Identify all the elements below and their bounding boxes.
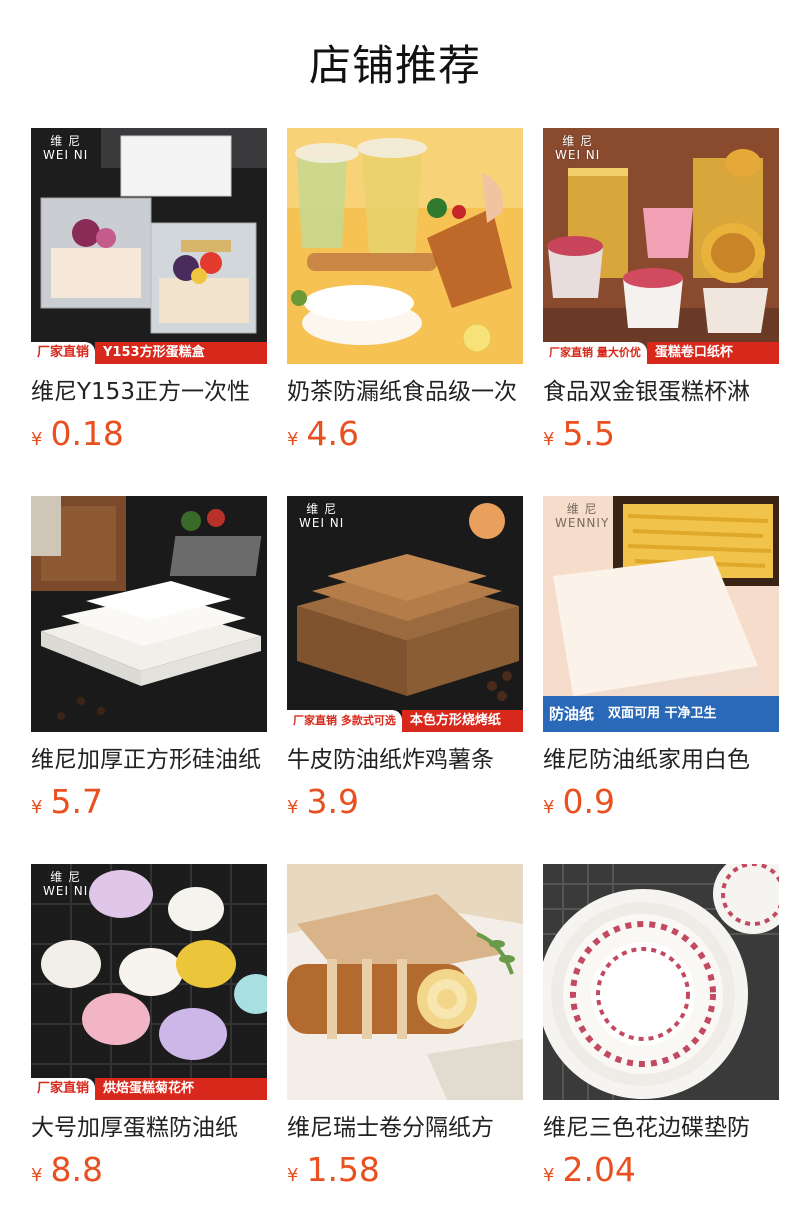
product-price: ¥ 4.6 bbox=[287, 414, 523, 454]
product-price: ¥ 5.5 bbox=[543, 414, 779, 454]
brand-cn: 维 尼 bbox=[566, 502, 598, 516]
currency-symbol: ¥ bbox=[31, 1165, 43, 1186]
product-card[interactable]: 维 尼 WEI NI 厂家直销 多款式可选 本色方形烧烤纸 牛皮防油纸炸鸡薯条 … bbox=[287, 496, 523, 864]
brand-logo: 维 尼 WEI NI bbox=[43, 134, 88, 162]
promo-banner-left: 厂家直销 bbox=[31, 342, 96, 364]
promo-banner: 厂家直销 多款式可选 本色方形烧烤纸 bbox=[287, 710, 523, 732]
price-value: 4.6 bbox=[306, 414, 359, 453]
product-name[interactable]: 食品双金银蛋糕杯淋 bbox=[543, 376, 779, 408]
brand-cn: 维 尼 bbox=[562, 134, 594, 148]
promo-banner-right: Y153方形蛋糕盒 bbox=[95, 342, 267, 364]
product-name[interactable]: 维尼三色花边碟垫防 bbox=[543, 1112, 779, 1144]
product-card[interactable]: 维 尼 WEI NI 厂家直销 量大价优 蛋糕卷口纸杯 食品双金银蛋糕杯淋 ¥ … bbox=[543, 128, 779, 496]
product-price: ¥ 2.04 bbox=[543, 1150, 779, 1190]
currency-symbol: ¥ bbox=[287, 429, 299, 450]
brand-en: WEI NI bbox=[555, 148, 601, 162]
product-image-lace-doily[interactable] bbox=[543, 864, 779, 1100]
promo-banner-left: 厂家直销 bbox=[31, 1078, 96, 1100]
product-price: ¥ 3.9 bbox=[287, 782, 523, 822]
white-paper-illustration bbox=[31, 496, 267, 732]
product-name[interactable]: 维尼防油纸家用白色 bbox=[543, 744, 779, 776]
product-price: ¥ 8.8 bbox=[31, 1150, 267, 1190]
brand-en: WEI NI bbox=[43, 884, 89, 898]
product-name[interactable]: 奶茶防漏纸食品级一次 bbox=[287, 376, 523, 408]
product-card[interactable]: 奶茶防漏纸食品级一次 ¥ 4.6 bbox=[287, 128, 523, 496]
brand-cn: 维 尼 bbox=[306, 502, 338, 516]
currency-symbol: ¥ bbox=[287, 797, 299, 818]
swiss-roll-illustration bbox=[287, 864, 523, 1100]
price-value: 8.8 bbox=[50, 1150, 103, 1189]
product-card[interactable]: 维 尼 WEI NI 厂家直销 Y153方形蛋糕盒 维尼Y153正方一次性 ¥ … bbox=[31, 128, 267, 496]
brand-en: WEI NI bbox=[43, 148, 89, 162]
product-price: ¥ 0.18 bbox=[31, 414, 267, 454]
product-price: ¥ 1.58 bbox=[287, 1150, 523, 1190]
currency-symbol: ¥ bbox=[31, 797, 43, 818]
promo-banner: 厂家直销 量大价优 蛋糕卷口纸杯 bbox=[543, 342, 779, 364]
product-card[interactable]: 维 尼 WEI NI 厂家直销 烘焙蛋糕菊花杯 大号加厚蛋糕防油纸 ¥ 8.8 bbox=[31, 864, 267, 1232]
product-image-cake-box[interactable]: 维 尼 WEI NI 厂家直销 Y153方形蛋糕盒 bbox=[31, 128, 267, 364]
promo-banner-left: 厂家直销 量大价优 bbox=[543, 342, 647, 364]
brand-cn: 维 尼 bbox=[50, 870, 82, 884]
promo-banner: 厂家直销 烘焙蛋糕菊花杯 bbox=[31, 1078, 267, 1100]
price-value: 0.18 bbox=[50, 414, 124, 453]
currency-symbol: ¥ bbox=[543, 1165, 555, 1186]
price-value: 2.04 bbox=[562, 1150, 636, 1189]
price-value: 0.9 bbox=[562, 782, 615, 821]
promo-banner: 防油纸 双面可用 干净卫生 bbox=[543, 696, 779, 732]
product-image-fries-paper[interactable]: 维 尼 WENNIY 防油纸 双面可用 干净卫生 bbox=[543, 496, 779, 732]
brand-cn: 维 尼 bbox=[50, 134, 82, 148]
shop-recommend-page: 店铺推荐 维 尼 WEI NI 厂家直销 Y153方形蛋糕盒 维尼Y153正方一… bbox=[0, 0, 790, 1232]
promo-banner-left: 厂家直销 多款式可选 bbox=[287, 710, 402, 732]
promo-banner-left: 防油纸 bbox=[543, 696, 601, 732]
price-value: 3.9 bbox=[306, 782, 359, 821]
product-name[interactable]: 维尼Y153正方一次性 bbox=[31, 376, 267, 408]
price-value: 5.5 bbox=[562, 414, 615, 453]
brand-logo: 维 尼 WENNIY bbox=[555, 502, 609, 530]
product-card[interactable]: 维尼三色花边碟垫防 ¥ 2.04 bbox=[543, 864, 779, 1232]
promo-banner-right: 蛋糕卷口纸杯 bbox=[646, 342, 779, 364]
promo-banner-right: 双面可用 干净卫生 bbox=[600, 696, 779, 732]
product-price: ¥ 5.7 bbox=[31, 782, 267, 822]
milk-tea-illustration bbox=[287, 128, 523, 364]
product-grid: 维 尼 WEI NI 厂家直销 Y153方形蛋糕盒 维尼Y153正方一次性 ¥ … bbox=[31, 128, 779, 1232]
product-image-chrysanthemum-cups[interactable]: 维 尼 WEI NI 厂家直销 烘焙蛋糕菊花杯 bbox=[31, 864, 267, 1100]
product-name[interactable]: 维尼瑞士卷分隔纸方 bbox=[287, 1112, 523, 1144]
page-title: 店铺推荐 bbox=[308, 41, 481, 90]
product-image-kraft-paper[interactable]: 维 尼 WEI NI 厂家直销 多款式可选 本色方形烧烤纸 bbox=[287, 496, 523, 732]
brand-logo: 维 尼 WEI NI bbox=[299, 502, 344, 530]
cake-box-illustration bbox=[31, 128, 267, 364]
product-image-milk-tea[interactable] bbox=[287, 128, 523, 364]
currency-symbol: ¥ bbox=[543, 797, 555, 818]
product-image-gold-cups[interactable]: 维 尼 WEI NI 厂家直销 量大价优 蛋糕卷口纸杯 bbox=[543, 128, 779, 364]
currency-symbol: ¥ bbox=[543, 429, 555, 450]
brand-logo: 维 尼 WEI NI bbox=[43, 870, 88, 898]
product-card[interactable]: 维 尼 WENNIY 防油纸 双面可用 干净卫生 维尼防油纸家用白色 ¥ 0.9 bbox=[543, 496, 779, 864]
currency-symbol: ¥ bbox=[287, 1165, 299, 1186]
product-name[interactable]: 维尼加厚正方形硅油纸 bbox=[31, 744, 267, 776]
product-card[interactable]: 维尼瑞士卷分隔纸方 ¥ 1.58 bbox=[287, 864, 523, 1232]
price-value: 1.58 bbox=[306, 1150, 380, 1189]
promo-banner-right: 烘焙蛋糕菊花杯 bbox=[95, 1078, 267, 1100]
brand-logo: 维 尼 WEI NI bbox=[555, 134, 600, 162]
kraft-paper-illustration bbox=[287, 496, 523, 732]
price-value: 5.7 bbox=[50, 782, 103, 821]
product-image-swiss-roll[interactable] bbox=[287, 864, 523, 1100]
product-name[interactable]: 牛皮防油纸炸鸡薯条 bbox=[287, 744, 523, 776]
product-image-white-paper[interactable] bbox=[31, 496, 267, 732]
lace-doily-illustration bbox=[543, 864, 779, 1100]
currency-symbol: ¥ bbox=[31, 429, 43, 450]
product-card[interactable]: 维尼加厚正方形硅油纸 ¥ 5.7 bbox=[31, 496, 267, 864]
product-price: ¥ 0.9 bbox=[543, 782, 779, 822]
promo-banner-right: 本色方形烧烤纸 bbox=[401, 710, 523, 732]
brand-en: WEI NI bbox=[299, 516, 345, 530]
brand-en: WENNIY bbox=[555, 516, 610, 530]
gold-cups-illustration bbox=[543, 128, 779, 364]
promo-banner: 厂家直销 Y153方形蛋糕盒 bbox=[31, 342, 267, 364]
chrysanthemum-cups-illustration bbox=[31, 864, 267, 1100]
product-name[interactable]: 大号加厚蛋糕防油纸 bbox=[31, 1112, 267, 1144]
